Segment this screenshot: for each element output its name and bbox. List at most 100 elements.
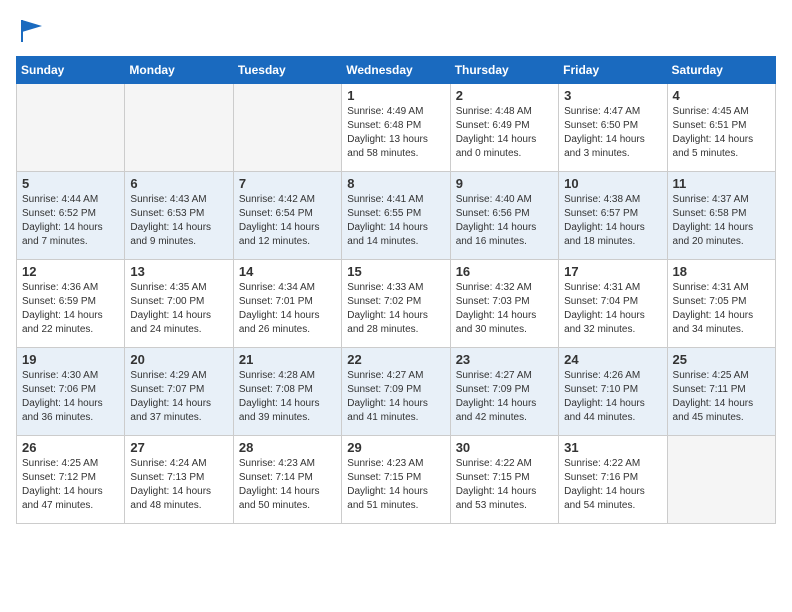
day-number: 23 bbox=[456, 352, 553, 367]
calendar-cell: 5 Sunrise: 4:44 AMSunset: 6:52 PMDaylight… bbox=[17, 172, 125, 260]
calendar-cell: 1 Sunrise: 4:49 AMSunset: 6:48 PMDaylight… bbox=[342, 84, 450, 172]
day-info: Sunrise: 4:34 AMSunset: 7:01 PMDaylight:… bbox=[239, 281, 336, 337]
col-header-wednesday: Wednesday bbox=[342, 57, 450, 84]
calendar-cell: 7 Sunrise: 4:42 AMSunset: 6:54 PMDaylight… bbox=[233, 172, 341, 260]
col-header-monday: Monday bbox=[125, 57, 233, 84]
day-number: 19 bbox=[22, 352, 119, 367]
calendar-cell bbox=[667, 436, 775, 524]
page-header bbox=[16, 16, 776, 44]
calendar-cell: 20Sunrise: 4:29 AMSunset: 7:07 PMDayligh… bbox=[125, 348, 233, 436]
calendar-cell: 18 Sunrise: 4:31 AMSunset: 7:05 PMDayligh… bbox=[667, 260, 775, 348]
col-header-friday: Friday bbox=[559, 57, 667, 84]
day-info: Sunrise: 4:48 AMSunset: 6:49 PMDaylight:… bbox=[456, 105, 553, 161]
day-number: 30 bbox=[456, 440, 553, 455]
day-number: 5 bbox=[22, 176, 119, 191]
calendar-cell: 24 Sunrise: 4:26 AMSunset: 7:10 PMDayligh… bbox=[559, 348, 667, 436]
day-number: 11 bbox=[673, 176, 770, 191]
calendar-cell: 10 Sunrise: 4:38 AMSunset: 6:57 PMDayligh… bbox=[559, 172, 667, 260]
calendar-cell: 27 Sunrise: 4:24 AMSunset: 7:13 PMDayligh… bbox=[125, 436, 233, 524]
day-info: Sunrise: 4:47 AMSunset: 6:50 PMDaylight:… bbox=[564, 105, 661, 161]
calendar-week-row: 26 Sunrise: 4:25 AMSunset: 7:12 PMDayligh… bbox=[17, 436, 776, 524]
day-info: Sunrise: 4:23 AMSunset: 7:15 PMDaylight:… bbox=[347, 457, 444, 513]
calendar-cell: 12Sunrise: 4:36 AMSunset: 6:59 PMDayligh… bbox=[17, 260, 125, 348]
calendar-cell: 22 Sunrise: 4:27 AMSunset: 7:09 PMDayligh… bbox=[342, 348, 450, 436]
day-info: Sunrise: 4:27 AMSunset: 7:09 PMDaylight:… bbox=[347, 369, 444, 425]
day-info: Sunrise: 4:44 AMSunset: 6:52 PMDaylight:… bbox=[22, 193, 119, 249]
day-info: Sunrise: 4:37 AMSunset: 6:58 PMDaylight:… bbox=[673, 193, 770, 249]
day-number: 29 bbox=[347, 440, 444, 455]
col-header-sunday: Sunday bbox=[17, 57, 125, 84]
calendar-cell: 31 Sunrise: 4:22 AMSunset: 7:16 PMDayligh… bbox=[559, 436, 667, 524]
calendar-cell: 29 Sunrise: 4:23 AMSunset: 7:15 PMDayligh… bbox=[342, 436, 450, 524]
day-number: 4 bbox=[673, 88, 770, 103]
col-header-thursday: Thursday bbox=[450, 57, 558, 84]
day-number: 14 bbox=[239, 264, 336, 279]
day-info: Sunrise: 4:33 AMSunset: 7:02 PMDaylight:… bbox=[347, 281, 444, 337]
calendar-cell bbox=[17, 84, 125, 172]
calendar-week-row: 19 Sunrise: 4:30 AMSunset: 7:06 PMDayligh… bbox=[17, 348, 776, 436]
day-number: 26 bbox=[22, 440, 119, 455]
calendar-cell: 8 Sunrise: 4:41 AMSunset: 6:55 PMDaylight… bbox=[342, 172, 450, 260]
calendar-cell: 13Sunrise: 4:35 AMSunset: 7:00 PMDayligh… bbox=[125, 260, 233, 348]
day-info: Sunrise: 4:31 AMSunset: 7:05 PMDaylight:… bbox=[673, 281, 770, 337]
day-info: Sunrise: 4:36 AMSunset: 6:59 PMDaylight:… bbox=[22, 281, 119, 337]
day-info: Sunrise: 4:26 AMSunset: 7:10 PMDaylight:… bbox=[564, 369, 661, 425]
day-info: Sunrise: 4:29 AMSunset: 7:07 PMDaylight:… bbox=[130, 369, 227, 425]
calendar-cell: 28 Sunrise: 4:23 AMSunset: 7:14 PMDayligh… bbox=[233, 436, 341, 524]
day-info: Sunrise: 4:30 AMSunset: 7:06 PMDaylight:… bbox=[22, 369, 119, 425]
day-info: Sunrise: 4:27 AMSunset: 7:09 PMDaylight:… bbox=[456, 369, 553, 425]
day-info: Sunrise: 4:24 AMSunset: 7:13 PMDaylight:… bbox=[130, 457, 227, 513]
logo-flag-icon bbox=[18, 16, 46, 44]
calendar-cell: 17Sunrise: 4:31 AMSunset: 7:04 PMDayligh… bbox=[559, 260, 667, 348]
day-info: Sunrise: 4:49 AMSunset: 6:48 PMDaylight:… bbox=[347, 105, 444, 161]
calendar-cell: 25Sunrise: 4:25 AMSunset: 7:11 PMDayligh… bbox=[667, 348, 775, 436]
day-number: 10 bbox=[564, 176, 661, 191]
day-number: 22 bbox=[347, 352, 444, 367]
calendar-cell bbox=[233, 84, 341, 172]
day-info: Sunrise: 4:32 AMSunset: 7:03 PMDaylight:… bbox=[456, 281, 553, 337]
day-number: 27 bbox=[130, 440, 227, 455]
day-info: Sunrise: 4:45 AMSunset: 6:51 PMDaylight:… bbox=[673, 105, 770, 161]
day-number: 24 bbox=[564, 352, 661, 367]
day-number: 7 bbox=[239, 176, 336, 191]
day-number: 17 bbox=[564, 264, 661, 279]
day-number: 18 bbox=[673, 264, 770, 279]
calendar-cell: 3 Sunrise: 4:47 AMSunset: 6:50 PMDaylight… bbox=[559, 84, 667, 172]
calendar-cell: 4 Sunrise: 4:45 AMSunset: 6:51 PMDaylight… bbox=[667, 84, 775, 172]
calendar-cell: 2 Sunrise: 4:48 AMSunset: 6:49 PMDaylight… bbox=[450, 84, 558, 172]
logo bbox=[16, 16, 46, 44]
day-info: Sunrise: 4:38 AMSunset: 6:57 PMDaylight:… bbox=[564, 193, 661, 249]
col-header-tuesday: Tuesday bbox=[233, 57, 341, 84]
day-info: Sunrise: 4:22 AMSunset: 7:15 PMDaylight:… bbox=[456, 457, 553, 513]
day-info: Sunrise: 4:22 AMSunset: 7:16 PMDaylight:… bbox=[564, 457, 661, 513]
day-info: Sunrise: 4:41 AMSunset: 6:55 PMDaylight:… bbox=[347, 193, 444, 249]
calendar-week-row: 1 Sunrise: 4:49 AMSunset: 6:48 PMDaylight… bbox=[17, 84, 776, 172]
calendar-cell: 16Sunrise: 4:32 AMSunset: 7:03 PMDayligh… bbox=[450, 260, 558, 348]
day-info: Sunrise: 4:43 AMSunset: 6:53 PMDaylight:… bbox=[130, 193, 227, 249]
calendar-cell: 23 Sunrise: 4:27 AMSunset: 7:09 PMDayligh… bbox=[450, 348, 558, 436]
calendar-week-row: 5 Sunrise: 4:44 AMSunset: 6:52 PMDaylight… bbox=[17, 172, 776, 260]
day-info: Sunrise: 4:42 AMSunset: 6:54 PMDaylight:… bbox=[239, 193, 336, 249]
day-info: Sunrise: 4:28 AMSunset: 7:08 PMDaylight:… bbox=[239, 369, 336, 425]
day-info: Sunrise: 4:25 AMSunset: 7:12 PMDaylight:… bbox=[22, 457, 119, 513]
calendar-header-row: SundayMondayTuesdayWednesdayThursdayFrid… bbox=[17, 57, 776, 84]
calendar-cell: 14 Sunrise: 4:34 AMSunset: 7:01 PMDayligh… bbox=[233, 260, 341, 348]
day-number: 15 bbox=[347, 264, 444, 279]
day-number: 2 bbox=[456, 88, 553, 103]
day-number: 31 bbox=[564, 440, 661, 455]
day-number: 1 bbox=[347, 88, 444, 103]
calendar-week-row: 12Sunrise: 4:36 AMSunset: 6:59 PMDayligh… bbox=[17, 260, 776, 348]
calendar-cell: 11 Sunrise: 4:37 AMSunset: 6:58 PMDayligh… bbox=[667, 172, 775, 260]
day-number: 3 bbox=[564, 88, 661, 103]
calendar-cell: 15 Sunrise: 4:33 AMSunset: 7:02 PMDayligh… bbox=[342, 260, 450, 348]
calendar-cell: 21Sunrise: 4:28 AMSunset: 7:08 PMDayligh… bbox=[233, 348, 341, 436]
day-number: 8 bbox=[347, 176, 444, 191]
day-info: Sunrise: 4:23 AMSunset: 7:14 PMDaylight:… bbox=[239, 457, 336, 513]
day-number: 25 bbox=[673, 352, 770, 367]
day-number: 9 bbox=[456, 176, 553, 191]
day-number: 13 bbox=[130, 264, 227, 279]
col-header-saturday: Saturday bbox=[667, 57, 775, 84]
calendar-cell: 19 Sunrise: 4:30 AMSunset: 7:06 PMDayligh… bbox=[17, 348, 125, 436]
day-number: 28 bbox=[239, 440, 336, 455]
calendar-cell: 9Sunrise: 4:40 AMSunset: 6:56 PMDaylight… bbox=[450, 172, 558, 260]
